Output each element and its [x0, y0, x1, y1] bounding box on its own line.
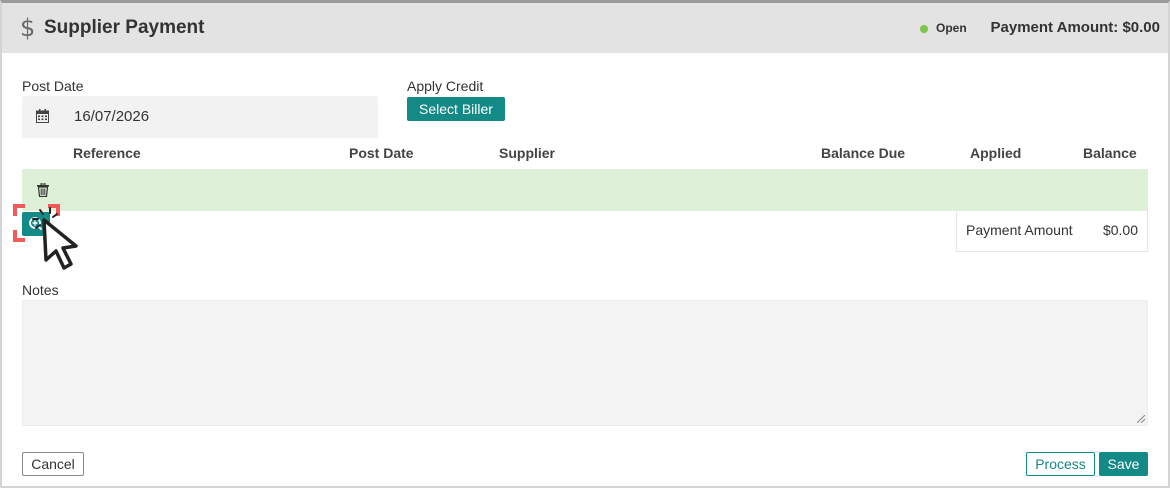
status-dot-icon [920, 25, 928, 33]
notes-label: Notes [22, 282, 59, 298]
cancel-button[interactable]: Cancel [22, 452, 84, 476]
resize-grip-icon[interactable] [1137, 415, 1145, 423]
post-date-label: Post Date [22, 78, 84, 94]
column-header-post-date: Post Date [349, 145, 414, 161]
page-title: Supplier Payment [44, 17, 205, 38]
post-date-field[interactable]: 16/07/2026 [22, 96, 378, 138]
apply-credit-label: Apply Credit [407, 78, 484, 94]
column-header-balance: Balance [1083, 145, 1137, 161]
payment-summary: Payment Amount $0.00 [956, 211, 1148, 252]
trash-icon[interactable] [37, 183, 49, 197]
calendar-icon [36, 109, 49, 123]
post-date-value: 16/07/2026 [74, 108, 150, 125]
panel-header: $ Supplier Payment Open Payment Amount: … [2, 3, 1168, 53]
process-button[interactable]: Process [1026, 452, 1095, 476]
column-header-applied: Applied [970, 145, 1022, 161]
column-header-balance-due: Balance Due [821, 145, 906, 161]
table-row [22, 169, 1148, 211]
dollar-icon: $ [20, 14, 36, 42]
mouse-pointer-icon [32, 207, 78, 270]
summary-payment-amount-value: $0.00 [1102, 222, 1138, 238]
column-header-supplier: Supplier [499, 145, 556, 161]
summary-payment-amount-label: Payment Amount [966, 222, 1073, 238]
status-badge: Open [936, 21, 967, 35]
column-header-reference: Reference [73, 145, 141, 161]
save-button[interactable]: Save [1099, 452, 1148, 476]
notes-textarea[interactable] [22, 300, 1148, 426]
header-payment-amount: Payment Amount: $0.00 [990, 19, 1161, 36]
select-biller-button[interactable]: Select Biller [407, 97, 505, 121]
